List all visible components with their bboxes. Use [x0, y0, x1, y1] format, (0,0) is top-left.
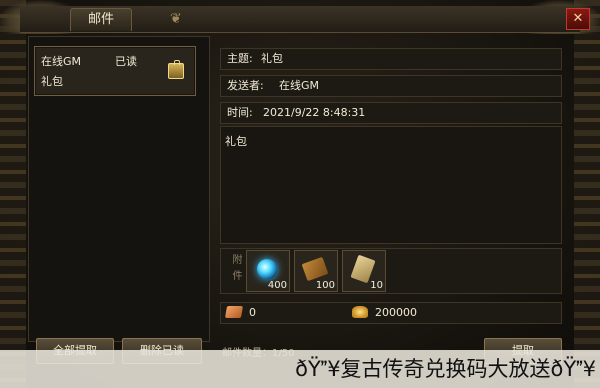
mail-sender: 在线GM [41, 55, 82, 68]
attachment-slot[interactable]: 400 [246, 250, 290, 292]
mail-subject: 礼包 [41, 75, 63, 88]
sender-field: 发送者: 在线GM [220, 75, 562, 97]
mail-body-text: 礼包 [225, 135, 247, 148]
attachment-slot[interactable]: 10 [342, 250, 386, 292]
promo-banner: ðŸ¥复古传奇兑换码大放送ðŸ¥ [0, 350, 600, 388]
left-border-ornament [0, 0, 26, 388]
mail-list-item[interactable]: 在线GM 已读 礼包 [34, 46, 196, 96]
copper-ingot-icon [224, 306, 244, 318]
attachment-slot[interactable]: 100 [294, 250, 338, 292]
subject-value: 礼包 [261, 52, 283, 65]
sender-label: 发送者: [227, 79, 264, 92]
window-title-tab[interactable]: 邮件 [70, 8, 132, 31]
right-border-ornament [574, 0, 600, 388]
currency-row: 0 200000 [220, 302, 562, 324]
gift-icon [168, 60, 184, 79]
close-icon[interactable]: ✕ [566, 8, 590, 30]
title-ornament-icon: ❦ [170, 11, 182, 27]
mail-status: 已读 [115, 55, 137, 68]
gold-ingot-icon [352, 306, 368, 318]
mail-body: 礼包 [220, 126, 562, 244]
gold-amount: 200000 [375, 306, 417, 319]
time-field: 时间: 2021/9/22 8:48:31 [220, 102, 562, 124]
attachment-quantity: 10 [370, 280, 383, 291]
attachment-label: 附件 [230, 254, 241, 286]
time-value: 2021/9/22 8:48:31 [263, 106, 366, 119]
attachment-quantity: 400 [267, 280, 287, 291]
sender-value: 在线GM [279, 79, 320, 92]
subject-field: 主题: 礼包 [220, 48, 562, 70]
time-label: 时间: [227, 106, 253, 119]
attachment-quantity: 100 [315, 280, 335, 291]
subject-label: 主题: [227, 52, 253, 65]
blue-orb-icon [257, 259, 277, 279]
scroll-icon [301, 256, 329, 282]
copper-amount: 0 [249, 306, 256, 319]
